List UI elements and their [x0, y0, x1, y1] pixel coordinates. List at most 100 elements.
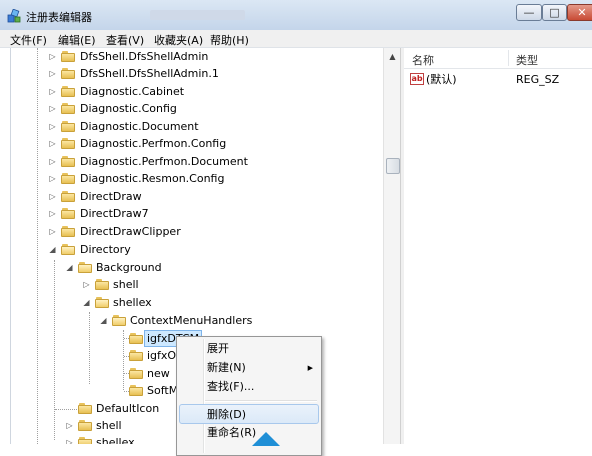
tree-item-perfmon-document[interactable]: ▷ Diagnostic.Perfmon.Document: [0, 153, 383, 170]
value-row-default[interactable]: ab (默认) REG_SZ: [404, 71, 592, 88]
menu-item-find[interactable]: 查找(F)...: [179, 377, 319, 397]
scrollbar-thumb[interactable]: [386, 158, 400, 174]
open-folder-icon: [95, 297, 109, 308]
tree-item-label: Diagnostic.Perfmon.Config: [80, 137, 227, 150]
folder-icon: [61, 68, 75, 79]
tree-item-label: shell: [96, 419, 122, 432]
expand-arrow-icon[interactable]: ▷: [48, 153, 57, 170]
column-header-name[interactable]: 名称: [412, 52, 434, 68]
column-divider[interactable]: [508, 50, 509, 66]
tree-item-background[interactable]: ◢ Background: [0, 259, 383, 276]
tree-item-diagnostic-document[interactable]: ▷ Diagnostic.Document: [0, 118, 383, 135]
minimize-button[interactable]: —: [516, 4, 542, 21]
expand-arrow-icon[interactable]: ▷: [48, 83, 57, 100]
collapse-arrow-icon[interactable]: ◢: [65, 259, 74, 276]
folder-icon: [61, 138, 75, 149]
menu-item-delete[interactable]: 删除(D): [179, 404, 319, 424]
tree-item-dfsshell-admin-1[interactable]: ▷ DfsShell.DfsShellAdmin.1: [0, 65, 383, 82]
tree-item-dfsshell-admin[interactable]: ▷ DfsShell.DfsShellAdmin: [0, 48, 383, 65]
folder-icon: [129, 368, 143, 379]
folder-icon: [129, 333, 143, 344]
tree-border: [10, 48, 11, 444]
expand-arrow-icon[interactable]: ▷: [65, 417, 74, 434]
expand-arrow-icon[interactable]: ▷: [48, 100, 57, 117]
tree-item-label: DfsShell.DfsShellAdmin: [80, 50, 209, 63]
tree-item-diagnostic-cabinet[interactable]: ▷ Diagnostic.Cabinet: [0, 83, 383, 100]
scroll-up-arrow-icon[interactable]: ▲: [384, 48, 401, 65]
tree-item-label: shell: [113, 278, 139, 291]
column-header-type[interactable]: 类型: [516, 52, 538, 68]
tree-item-directory[interactable]: ◢ Directory: [0, 241, 383, 258]
menu-help[interactable]: 帮助(H): [210, 32, 249, 48]
minimize-icon: —: [523, 6, 535, 19]
tree-item-directdraw[interactable]: ▷ DirectDraw: [0, 188, 383, 205]
expand-arrow-icon[interactable]: ▷: [48, 170, 57, 187]
menu-view[interactable]: 查看(V): [106, 32, 144, 48]
submenu-arrow-icon: ▶: [307, 364, 313, 372]
menu-edit[interactable]: 编辑(E): [58, 32, 96, 48]
menu-item-expand[interactable]: 展开: [179, 339, 319, 359]
menu-item-label: 查找(F)...: [207, 380, 255, 393]
expand-arrow-icon[interactable]: ▷: [48, 48, 57, 65]
tree-item-label: Background: [96, 261, 162, 274]
menu-item-label: 删除(D): [207, 408, 247, 421]
tree-item-label: Diagnostic.Cabinet: [80, 85, 185, 98]
expand-arrow-icon[interactable]: ▷: [48, 188, 57, 205]
folder-icon: [61, 86, 75, 97]
tree-item-label: DefaultIcon: [96, 402, 160, 415]
expand-arrow-icon[interactable]: ▷: [48, 135, 57, 152]
collapse-arrow-icon[interactable]: ◢: [99, 312, 108, 329]
menu-favorites[interactable]: 收藏夹(A): [154, 32, 203, 48]
tree-item-contextmenuhandlers[interactable]: ◢ ContextMenuHandlers: [0, 312, 383, 329]
maximize-icon: □: [549, 6, 560, 19]
expand-arrow-icon[interactable]: ▷: [82, 276, 91, 293]
menu-item-new[interactable]: 新建(N) ▶: [179, 358, 319, 378]
tree-item-directdraw7[interactable]: ▷ DirectDraw7: [0, 205, 383, 222]
tree-item-label: shellex: [113, 296, 152, 309]
menu-bar: 文件(F) 编辑(E) 查看(V) 收藏夹(A) 帮助(H): [0, 30, 592, 48]
expand-arrow-icon[interactable]: ▷: [48, 205, 57, 222]
maximize-button[interactable]: □: [542, 4, 567, 21]
menu-item-label: 重命名(R): [207, 426, 257, 439]
collapse-arrow-icon[interactable]: ◢: [82, 294, 91, 311]
tree-item-perfmon-config[interactable]: ▷ Diagnostic.Perfmon.Config: [0, 135, 383, 152]
menu-file[interactable]: 文件(F): [10, 32, 47, 48]
title-blur-region: [150, 10, 245, 20]
folder-icon: [61, 173, 75, 184]
open-folder-icon: [78, 262, 92, 273]
value-name: (默认): [426, 73, 457, 86]
tree-item-label: Diagnostic.Config: [80, 102, 177, 115]
tree-item-diagnostic-config[interactable]: ▷ Diagnostic.Config: [0, 100, 383, 117]
registry-editor-window: 注册表编辑器 — □ ✕ 文件(F) 编辑(E) 查看(V) 收藏夹(A) 帮助…: [0, 0, 592, 456]
tree-item-shellex[interactable]: ◢ shellex: [0, 294, 383, 311]
menu-item-label: 新建(N): [207, 361, 246, 374]
menu-item-rename[interactable]: 重命名(R): [179, 423, 319, 443]
tree-item-label: DirectDraw7: [80, 207, 149, 220]
expand-arrow-icon[interactable]: ▷: [65, 434, 74, 444]
values-list[interactable]: 名称 类型 ab (默认) REG_SZ: [404, 48, 592, 444]
tree-item-directdrawclipper[interactable]: ▷ DirectDrawClipper: [0, 223, 383, 240]
expand-arrow-icon[interactable]: ▷: [48, 65, 57, 82]
close-button[interactable]: ✕: [567, 4, 592, 21]
tree-item-label: DirectDraw: [80, 190, 142, 203]
close-icon: ✕: [577, 6, 587, 19]
collapse-arrow-icon[interactable]: ◢: [48, 241, 57, 258]
registry-editor-icon: [7, 9, 21, 23]
folder-icon: [78, 420, 92, 431]
title-bar: 注册表编辑器 — □ ✕: [0, 0, 592, 30]
menu-separator: [205, 400, 317, 402]
folder-icon: [78, 403, 92, 414]
folder-icon: [78, 437, 92, 444]
folder-icon: [61, 191, 75, 202]
tree-item-shell[interactable]: ▷ shell: [0, 276, 383, 293]
tree-vertical-scrollbar[interactable]: ▲: [383, 48, 401, 444]
folder-icon: [61, 103, 75, 114]
string-value-icon: ab: [410, 73, 424, 85]
tree-item-resmon-config[interactable]: ▷ Diagnostic.Resmon.Config: [0, 170, 383, 187]
window-title: 注册表编辑器: [26, 11, 92, 24]
folder-icon: [129, 385, 143, 396]
folder-icon: [61, 121, 75, 132]
tree-item-label: DfsShell.DfsShellAdmin.1: [80, 67, 219, 80]
expand-arrow-icon[interactable]: ▷: [48, 118, 57, 135]
expand-arrow-icon[interactable]: ▷: [48, 223, 57, 240]
